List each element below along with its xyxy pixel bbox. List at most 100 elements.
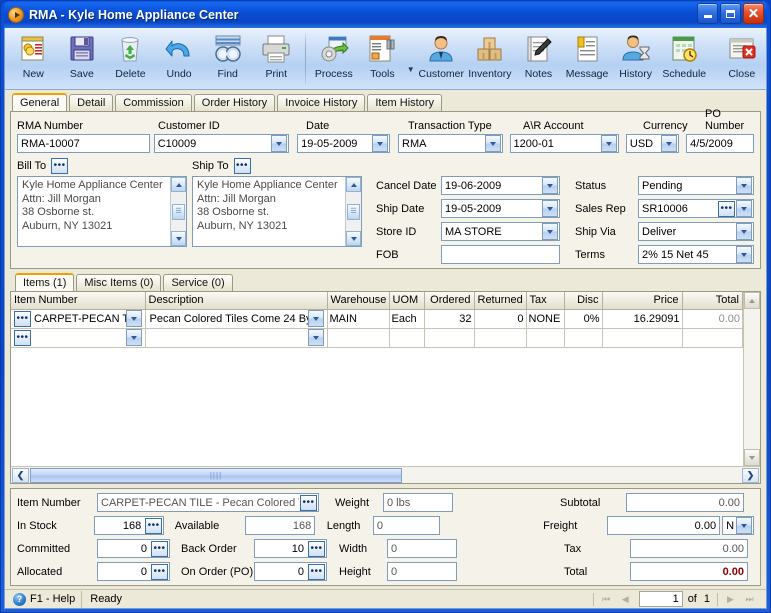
cell-total[interactable]: 0.00 <box>682 309 743 329</box>
cell-disc[interactable]: 0% <box>564 309 603 329</box>
ship-via-combobox[interactable]: Deliver <box>638 222 754 241</box>
col-tax[interactable]: Tax <box>526 292 565 310</box>
nav-last-button[interactable]: ⏭ <box>741 592 758 607</box>
cell-description[interactable]: Pecan Colored Tiles Come 24 By 2 <box>145 309 328 329</box>
cell-ordered[interactable]: 32 <box>424 309 475 329</box>
freight-field[interactable]: 0.00 <box>606 516 721 535</box>
toolbar-button-inventory[interactable]: Inventory <box>466 31 515 87</box>
col-disc[interactable]: Disc <box>564 292 603 310</box>
po-number-input[interactable]: 4/5/2009 <box>686 134 755 153</box>
cell-total[interactable] <box>682 328 743 348</box>
tab-general[interactable]: General <box>12 93 68 111</box>
status-combobox[interactable]: Pending <box>638 176 754 195</box>
rma-number-input[interactable]: RMA-10007 <box>17 134 150 153</box>
bill-to-address-box[interactable]: Kyle Home Appliance Center Attn: Jill Mo… <box>17 176 187 247</box>
col-description[interactable]: Description <box>145 292 328 310</box>
scroll-right-icon[interactable]: ❯ <box>742 467 759 483</box>
toolbar-button-close[interactable]: Close <box>717 31 766 87</box>
customer-id-combobox[interactable]: C10009 <box>153 134 290 153</box>
scroll-thumb[interactable]: ☰ <box>172 203 185 220</box>
store-id-combobox[interactable]: MA STORE <box>441 222 560 241</box>
allocated-ellipsis-button[interactable]: ••• <box>151 563 168 580</box>
back-order-ellipsis-button[interactable]: ••• <box>308 540 325 557</box>
cell-tax[interactable] <box>526 328 565 348</box>
on-order-po-field[interactable]: 0 ••• <box>254 562 327 581</box>
table-row[interactable]: ••• <box>11 328 743 348</box>
col-item-number[interactable]: Item Number <box>11 292 146 310</box>
chevron-down-icon[interactable] <box>601 135 618 152</box>
chevron-down-icon[interactable] <box>736 246 752 263</box>
detail-item-number-field[interactable]: CARPET-PECAN TILE - Pecan Colored Tiles … <box>97 493 319 512</box>
toolbar-button-tools[interactable]: Tools <box>358 31 407 87</box>
toolbar-button-undo[interactable]: Undo <box>155 31 204 87</box>
chevron-down-icon[interactable] <box>125 329 142 346</box>
chevron-down-icon[interactable] <box>542 200 558 217</box>
close-window-button[interactable] <box>743 3 764 24</box>
chevron-down-icon[interactable] <box>736 177 752 194</box>
cell-warehouse[interactable] <box>327 328 390 348</box>
allocated-field[interactable]: 0 ••• <box>97 562 170 581</box>
in-stock-ellipsis-button[interactable]: ••• <box>145 517 163 534</box>
fob-input[interactable] <box>441 245 560 264</box>
chevron-down-icon[interactable] <box>542 177 558 194</box>
page-number-input[interactable]: 1 <box>638 591 683 607</box>
scroll-down-icon[interactable] <box>171 231 186 246</box>
date-combobox[interactable]: 19-05-2009 <box>297 134 391 153</box>
col-returned[interactable]: Returned <box>474 292 527 310</box>
ship-to-address-box[interactable]: Kyle Home Appliance Center Attn: Jill Mo… <box>192 176 362 247</box>
chevron-down-icon[interactable] <box>736 200 752 217</box>
chevron-down-icon[interactable] <box>125 310 142 327</box>
tab-item-history[interactable]: Item History <box>367 94 443 111</box>
toolbar-button-customer[interactable]: Customer <box>417 31 466 87</box>
chevron-down-icon[interactable] <box>307 310 324 327</box>
toolbar-button-delete[interactable]: Delete <box>106 31 155 87</box>
scroll-left-icon[interactable]: ❮ <box>12 467 29 483</box>
minimize-button[interactable] <box>697 3 718 24</box>
sales-rep-ellipsis-button[interactable]: ••• <box>718 200 735 217</box>
committed-field[interactable]: 0 ••• <box>97 539 170 558</box>
weight-field[interactable]: 0 lbs <box>383 493 453 512</box>
toolbar-button-history[interactable]: History <box>611 31 660 87</box>
cell-price[interactable] <box>602 328 683 348</box>
cell-price[interactable]: 16.29091 <box>602 309 683 329</box>
scroll-thumb[interactable]: ☰ <box>347 203 360 220</box>
chevron-down-icon[interactable] <box>736 223 752 240</box>
tab-order-history[interactable]: Order History <box>193 94 276 111</box>
chevron-down-icon[interactable] <box>661 135 678 152</box>
bill-to-scrollbar[interactable]: ☰ <box>170 177 186 246</box>
terms-combobox[interactable]: 2% 15 Net 45 <box>638 245 754 264</box>
col-price[interactable]: Price <box>602 292 683 310</box>
bill-to-ellipsis-button[interactable]: ••• <box>51 158 69 174</box>
committed-ellipsis-button[interactable]: ••• <box>151 540 168 557</box>
cell-returned[interactable] <box>474 328 527 348</box>
toolbar-button-schedule[interactable]: Schedule <box>660 31 709 87</box>
toolbar-button-find[interactable]: Find <box>203 31 252 87</box>
nav-first-button[interactable]: ⏮ <box>598 592 615 607</box>
toolbar-button-process[interactable]: Process <box>310 31 359 87</box>
height-field[interactable]: 0 <box>387 562 457 581</box>
toolbar-button-notes[interactable]: Notes <box>514 31 563 87</box>
tab-misc-items[interactable]: Misc Items (0) <box>76 274 162 291</box>
freight-flag-combobox[interactable]: N <box>722 516 754 535</box>
scroll-up-icon[interactable] <box>744 292 760 309</box>
chevron-down-icon[interactable]: ▼ <box>407 65 417 74</box>
col-uom[interactable]: UOM <box>389 292 425 310</box>
maximize-button[interactable] <box>720 3 741 24</box>
chevron-down-icon[interactable] <box>271 135 288 152</box>
grid-vertical-scrollbar[interactable] <box>743 292 760 466</box>
cell-returned[interactable]: 0 <box>474 309 527 329</box>
nav-previous-button[interactable]: ◀ <box>617 592 634 607</box>
cell-description[interactable] <box>145 328 328 348</box>
chevron-down-icon[interactable] <box>542 223 558 240</box>
item-number-ellipsis-button[interactable]: ••• <box>14 329 31 346</box>
scroll-thumb[interactable]: |||| <box>30 467 402 483</box>
col-ordered[interactable]: Ordered <box>424 292 475 310</box>
cell-uom[interactable] <box>389 328 425 348</box>
scroll-up-icon[interactable] <box>171 177 186 192</box>
chevron-down-icon[interactable] <box>307 329 324 346</box>
cell-item-number[interactable]: ••• <box>11 328 146 348</box>
chevron-down-icon[interactable] <box>484 135 501 152</box>
length-field[interactable]: 0 <box>372 516 441 535</box>
item-number-ellipsis-button[interactable]: ••• <box>300 494 317 511</box>
chevron-down-icon[interactable] <box>372 135 389 152</box>
